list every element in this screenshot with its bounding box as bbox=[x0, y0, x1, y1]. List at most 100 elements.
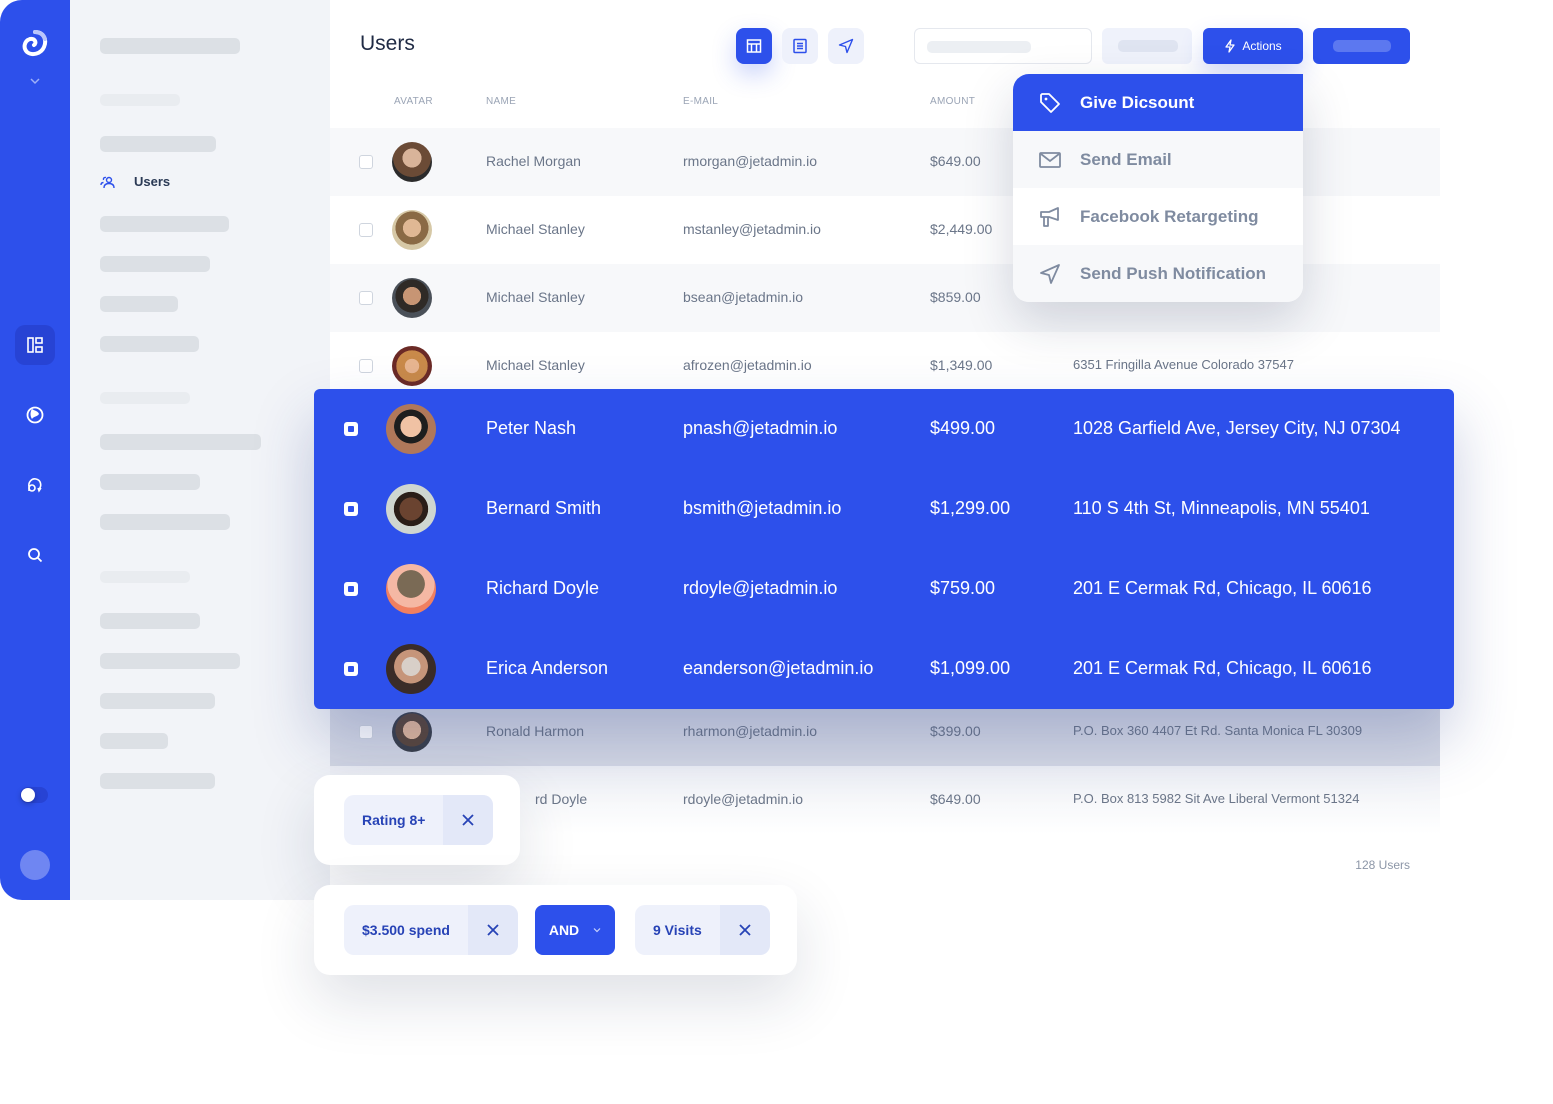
operator-label: AND bbox=[548, 922, 580, 938]
sidebar-placeholder[interactable] bbox=[100, 733, 168, 749]
filter-chip-label: 9 Visits bbox=[653, 922, 702, 938]
cell-address: 201 E Cermak Rd, Chicago, IL 60616 bbox=[1073, 578, 1372, 598]
row-checkbox[interactable] bbox=[359, 291, 373, 305]
sidebar-placeholder[interactable] bbox=[100, 773, 215, 789]
sidebar-placeholder[interactable] bbox=[100, 693, 215, 709]
sidebar-placeholder[interactable] bbox=[100, 613, 200, 629]
cell-address: 6351 Fringilla Avenue Colorado 37547 bbox=[1073, 357, 1294, 372]
cell-amount: $1,099.00 bbox=[930, 658, 1011, 678]
operator-dropdown[interactable]: AND bbox=[535, 905, 615, 955]
filter-chip-rating[interactable]: Rating 8+ bbox=[344, 795, 494, 845]
menu-item-give-discount[interactable]: Give Dicsount bbox=[1013, 74, 1303, 131]
sidebar-placeholder[interactable] bbox=[100, 336, 199, 352]
filter-chip-spend[interactable]: $3.500 spend bbox=[344, 905, 518, 955]
menu-item-facebook-retargeting[interactable]: Facebook Retargeting bbox=[1013, 188, 1303, 245]
search-placeholder bbox=[927, 41, 1031, 53]
sidebar-placeholder[interactable] bbox=[100, 296, 178, 312]
actions-button[interactable]: Actions bbox=[1203, 28, 1303, 64]
dashboard-icon bbox=[27, 337, 43, 353]
filter-group-card: $3.500 spend AND 9 Visits bbox=[314, 885, 797, 975]
sidebar-placeholder[interactable] bbox=[100, 434, 261, 450]
sidebar-placeholder[interactable] bbox=[100, 256, 210, 272]
button-placeholder bbox=[1118, 40, 1178, 52]
primary-button[interactable] bbox=[1313, 28, 1410, 64]
rating-filter-card: Rating 8+ bbox=[314, 775, 520, 865]
sidebar-section-placeholder bbox=[100, 94, 180, 106]
remove-filter-button[interactable] bbox=[443, 795, 494, 845]
remove-filter-button[interactable] bbox=[719, 905, 770, 955]
sidebar-placeholder[interactable] bbox=[100, 136, 216, 152]
selected-row[interactable]: Peter Nash pnash@jetadmin.io $499.00 102… bbox=[314, 389, 1454, 469]
menu-item-send-push-notification[interactable]: Send Push Notification bbox=[1013, 245, 1303, 302]
sidebar-placeholder[interactable] bbox=[100, 474, 200, 490]
cell-email: bsmith@jetadmin.io bbox=[683, 498, 842, 518]
cell-amount: $649.00 bbox=[930, 153, 981, 169]
sidebar-placeholder[interactable] bbox=[100, 653, 240, 669]
sidebar-section-placeholder bbox=[100, 571, 190, 583]
search-icon bbox=[28, 548, 43, 563]
row-checkbox[interactable] bbox=[359, 223, 373, 237]
cell-name: rd Doyle bbox=[535, 791, 588, 807]
column-header-avatar[interactable]: AVATAR bbox=[394, 96, 433, 107]
menu-item-send-email[interactable]: Send Email bbox=[1013, 131, 1303, 188]
rail-globe-button[interactable] bbox=[15, 395, 55, 435]
cell-amount: $759.00 bbox=[930, 578, 996, 598]
list-view-button[interactable] bbox=[782, 28, 818, 64]
close-icon bbox=[487, 924, 499, 936]
user-avatar[interactable] bbox=[20, 850, 50, 880]
lightning-icon bbox=[1225, 39, 1235, 53]
rail-search-button[interactable] bbox=[15, 535, 55, 575]
icon-rail bbox=[0, 0, 70, 900]
avatar bbox=[392, 346, 432, 386]
selected-row[interactable]: Erica Anderson eanderson@jetadmin.io $1,… bbox=[314, 629, 1454, 709]
rail-dashboard-button[interactable] bbox=[15, 325, 55, 365]
menu-item-label: Send Push Notification bbox=[1080, 263, 1267, 283]
filter-chip-visits[interactable]: 9 Visits bbox=[635, 905, 770, 955]
theme-toggle[interactable] bbox=[20, 787, 48, 803]
row-checkbox[interactable] bbox=[359, 359, 373, 373]
cell-email: afrozen@jetadmin.io bbox=[683, 357, 812, 373]
cell-email: rdoyle@jetadmin.io bbox=[683, 791, 804, 807]
remove-filter-button[interactable] bbox=[467, 905, 518, 955]
cell-email: rmorgan@jetadmin.io bbox=[683, 153, 818, 169]
page-title: Users bbox=[360, 32, 415, 55]
rail-chat-button[interactable] bbox=[15, 465, 55, 505]
row-checkbox[interactable] bbox=[359, 155, 373, 169]
avatar bbox=[392, 278, 432, 318]
sidebar-placeholder[interactable] bbox=[100, 514, 230, 530]
actions-label: Actions bbox=[1242, 39, 1282, 53]
send-view-button[interactable] bbox=[828, 28, 864, 64]
menu-item-label: Give Dicsount bbox=[1080, 92, 1195, 112]
row-checkbox-checked[interactable] bbox=[344, 422, 358, 436]
chevron-down-icon[interactable] bbox=[28, 76, 42, 86]
avatar bbox=[386, 644, 436, 694]
row-checkbox-checked[interactable] bbox=[344, 582, 358, 596]
tag-icon bbox=[1038, 91, 1062, 115]
selected-row[interactable]: Richard Doyle rdoyle@jetadmin.io $759.00… bbox=[314, 549, 1454, 629]
filter-button[interactable] bbox=[1102, 28, 1192, 64]
search-input[interactable] bbox=[914, 28, 1092, 64]
table-view-icon bbox=[746, 39, 762, 53]
table-view-button[interactable] bbox=[736, 28, 772, 64]
avatar bbox=[386, 564, 436, 614]
selected-row[interactable]: Bernard Smith bsmith@jetadmin.io $1,299.… bbox=[314, 469, 1454, 549]
list-view-icon bbox=[793, 38, 807, 54]
row-checkbox-checked[interactable] bbox=[344, 502, 358, 516]
row-checkbox-checked[interactable] bbox=[344, 662, 358, 676]
row-checkbox[interactable] bbox=[359, 725, 373, 739]
column-header-name[interactable]: NAME bbox=[486, 96, 516, 107]
logo-icon[interactable] bbox=[22, 30, 48, 58]
button-placeholder bbox=[1333, 40, 1391, 52]
sidebar-placeholder[interactable] bbox=[100, 216, 229, 232]
cell-amount: $499.00 bbox=[930, 418, 996, 438]
avatar bbox=[392, 712, 432, 752]
filter-chip-label: Rating 8+ bbox=[362, 812, 426, 828]
cell-amount: $1,349.00 bbox=[930, 357, 993, 373]
send-icon bbox=[838, 38, 854, 54]
megaphone-icon bbox=[1038, 205, 1062, 229]
column-header-amount[interactable]: AMOUNT bbox=[930, 96, 975, 107]
column-header-email[interactable]: E-MAIL bbox=[683, 96, 718, 107]
selected-rows-panel: Peter Nash pnash@jetadmin.io $499.00 102… bbox=[314, 389, 1454, 709]
sidebar-item-users[interactable]: Users bbox=[100, 174, 170, 189]
actions-menu: Give Dicsount Send Email Facebook Retarg… bbox=[1013, 74, 1303, 302]
